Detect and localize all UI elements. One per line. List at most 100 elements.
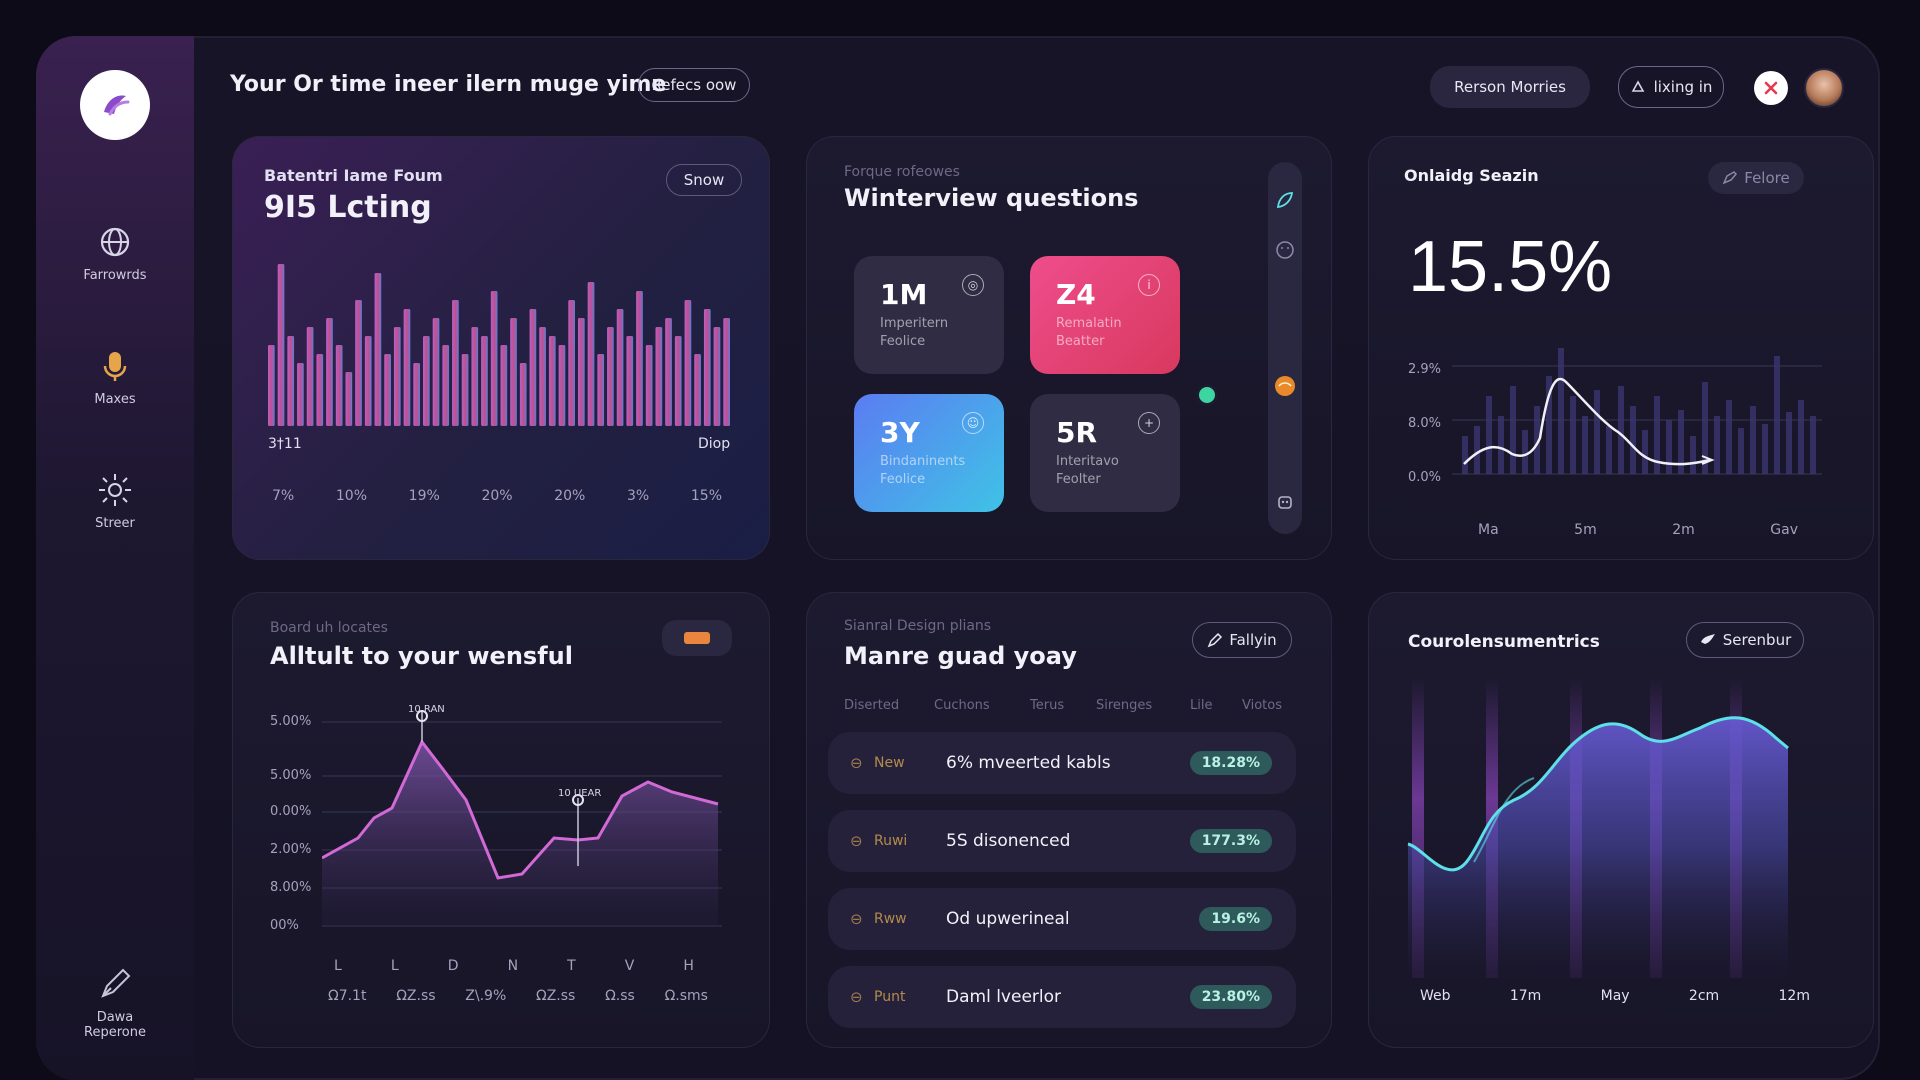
serenbur-button[interactable]: Serenbur xyxy=(1686,622,1804,658)
app-logo[interactable] xyxy=(80,70,150,140)
x-axis-ticks: Ma 5m 2m Gav xyxy=(1478,522,1798,538)
y-tick: 0.0% xyxy=(1408,470,1442,485)
tile-5r[interactable]: 5R Interitavo Feolter + xyxy=(1030,394,1180,512)
orange-orb-icon[interactable] xyxy=(1273,374,1297,398)
y-tick: 2.9% xyxy=(1408,362,1442,377)
sidebar-item-dawa-reperone[interactable]: Dawa Reperone xyxy=(36,966,194,1040)
card-title: Courolensumentrics xyxy=(1408,632,1600,652)
close-button[interactable] xyxy=(1754,71,1788,105)
online-dot xyxy=(1196,384,1218,406)
y-tick: 5.00% xyxy=(270,768,312,783)
x-tick: 7% xyxy=(272,488,295,504)
x-tick: 10% xyxy=(335,488,367,504)
x-tick: Ω.ss xyxy=(605,988,635,1004)
face-icon[interactable] xyxy=(1275,240,1295,260)
metric-line-chart xyxy=(1452,348,1822,475)
tile-sub: Imperitern xyxy=(880,316,949,331)
table-row[interactable]: ⊖ Punt Daml lveerlor 23.80% xyxy=(828,966,1296,1028)
bar xyxy=(645,345,653,426)
plus-icon: + xyxy=(1138,412,1160,434)
card-listing-bars: Batentri Iame Foum 9I5 Lcting Snow 3†11 … xyxy=(232,136,770,560)
card-title: Onlaidg Seazin xyxy=(1404,166,1539,185)
card-title: Alltult to your wensful xyxy=(270,642,573,670)
leaf-icon[interactable] xyxy=(1275,190,1295,210)
sidebar-item-maxes[interactable]: Maxes xyxy=(36,348,194,407)
x-tick: May xyxy=(1600,988,1630,1004)
bar xyxy=(713,327,721,426)
x-tick: Web xyxy=(1420,988,1451,1004)
table-row[interactable]: ⊖ Rww Od upwerineal 19.6% xyxy=(828,888,1296,950)
bar xyxy=(665,318,672,426)
tile-z4[interactable]: Z4 Remalatin Beatter i xyxy=(1030,256,1180,374)
login-button[interactable]: lixing in xyxy=(1618,66,1724,108)
x-axis-ticks-2: Ω7.1t ΩZ.ss Z\.9% ΩZ.ss Ω.ss Ω.sms xyxy=(328,988,708,1004)
x-tick: 20% xyxy=(554,488,586,504)
fallyin-button[interactable]: Fallyin xyxy=(1192,622,1292,658)
y-tick: 8.0% xyxy=(1408,416,1442,431)
bar xyxy=(587,282,595,426)
column-header[interactable]: Lile xyxy=(1190,698,1212,713)
bird-icon xyxy=(1700,634,1715,644)
x-tick: D xyxy=(447,958,459,974)
column-header[interactable]: Cuchons xyxy=(934,698,990,713)
x-tick: L xyxy=(334,958,342,974)
page-title: Your Or time ineer ilern muge yime xyxy=(230,72,667,97)
robot-icon[interactable] xyxy=(1275,492,1295,512)
card-onlaidg-seazin: Onlaidg Seazin Felore 15.5% 2.9% 8.0% 0.… xyxy=(1368,136,1874,560)
tile-1m[interactable]: 1M Imperitern Feolice ◎ xyxy=(854,256,1004,374)
row-badge: 23.80% xyxy=(1189,985,1272,1009)
lock-icon: ⊖ xyxy=(850,910,863,928)
table-row[interactable]: ⊖ Ruwi 5S disonenced 177.3% xyxy=(828,810,1296,872)
sidebar-item-streer[interactable]: Streer xyxy=(36,472,194,531)
x-tick: Ω7.1t xyxy=(328,988,367,1004)
tag-chip[interactable] xyxy=(662,620,732,656)
x-tick: 2m xyxy=(1672,522,1695,538)
sidebar-item-label: Farrowrds xyxy=(83,268,147,283)
bar xyxy=(326,318,333,426)
tile-sub: Interitavo xyxy=(1056,454,1119,469)
bar xyxy=(345,372,353,426)
bar-chart xyxy=(268,264,730,426)
column-header[interactable]: Viotos xyxy=(1242,698,1282,713)
bar xyxy=(529,309,537,426)
card-subtitle: Batentri Iame Foum xyxy=(264,166,443,185)
x-tick: Gav xyxy=(1770,522,1798,538)
column-header[interactable]: Terus xyxy=(1030,698,1064,713)
person-button[interactable]: Rerson Morries xyxy=(1430,66,1590,108)
card-eyebrow: Board uh locates xyxy=(270,620,388,636)
tile-3y[interactable]: 3Y Bindaninents Feolice ☺ xyxy=(854,394,1004,512)
bar xyxy=(568,300,575,426)
column-header[interactable]: Diserted xyxy=(844,698,899,713)
big-metric: 15.5% xyxy=(1408,227,1613,307)
logo-icon xyxy=(104,95,130,116)
card-title: Manre guad yoay xyxy=(844,642,1077,670)
felore-button[interactable]: Felore xyxy=(1708,162,1804,194)
x-tick: N xyxy=(507,958,519,974)
lock-icon: ⊖ xyxy=(850,832,863,850)
y-tick: 5.00% xyxy=(270,714,312,729)
row-name: 6% mveerted kabls xyxy=(946,753,1111,773)
y-tick: 00% xyxy=(270,918,299,933)
x-tick: L xyxy=(390,958,399,974)
x-tick: 3% xyxy=(627,488,650,504)
table-row[interactable]: ⊖ New 6% mveerted kabls 18.28% xyxy=(828,732,1296,794)
x-tick: 5m xyxy=(1574,522,1597,538)
close-icon xyxy=(1764,81,1778,95)
column-header[interactable]: Sirenges xyxy=(1096,698,1152,713)
snow-button[interactable]: Snow xyxy=(666,164,742,196)
button-label: Fallyin xyxy=(1229,631,1277,649)
sidebar-item-label: Dawa xyxy=(96,1010,134,1025)
card-eyebrow: Forque rofeowes xyxy=(844,164,960,180)
button-label: Serenbur xyxy=(1722,631,1792,649)
bar xyxy=(277,264,285,426)
row-badge: 18.28% xyxy=(1189,751,1272,775)
bar xyxy=(268,345,275,426)
sidebar-item-farrowrds[interactable]: Farrowrds xyxy=(36,224,194,283)
avatar[interactable] xyxy=(1804,68,1844,108)
bar xyxy=(597,354,605,426)
bar xyxy=(335,345,343,426)
chart-left-label: 3†11 xyxy=(268,436,302,452)
refresh-button[interactable]: Refecs oow xyxy=(638,68,750,102)
sidebar-item-label: Maxes xyxy=(94,392,136,407)
login-label: lixing in xyxy=(1653,78,1713,96)
